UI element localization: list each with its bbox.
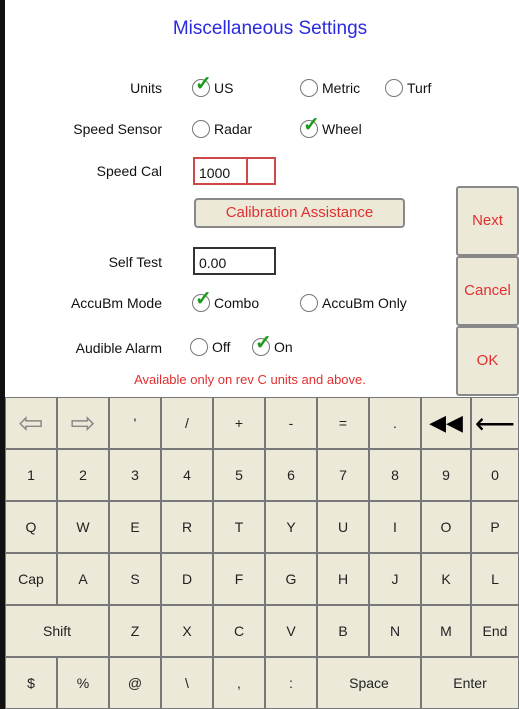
- radio-checked-icon: ✓: [300, 115, 320, 138]
- key-b[interactable]: B: [317, 605, 369, 657]
- key-end[interactable]: End: [471, 605, 519, 657]
- accubm-mode-label: AccuBm Mode: [70, 295, 162, 311]
- key-2[interactable]: 2: [57, 449, 109, 501]
- key-o[interactable]: O: [421, 501, 471, 553]
- units-metric-option[interactable]: Metric: [300, 79, 360, 97]
- key-4[interactable]: 4: [161, 449, 213, 501]
- key-dollar[interactable]: $: [5, 657, 57, 709]
- key-i[interactable]: I: [369, 501, 421, 553]
- key-s[interactable]: S: [109, 553, 161, 605]
- speed-sensor-wheel-option[interactable]: ✓ Wheel: [300, 115, 362, 138]
- key-d[interactable]: D: [161, 553, 213, 605]
- key-h[interactable]: H: [317, 553, 369, 605]
- alarm-off-option[interactable]: Off: [190, 338, 230, 356]
- speed-cal-input[interactable]: 1000: [193, 157, 248, 185]
- alarm-on-option[interactable]: ✓ On: [252, 333, 293, 356]
- key-backslash[interactable]: \: [161, 657, 213, 709]
- self-test-input[interactable]: 0.00: [193, 247, 276, 275]
- key-w[interactable]: W: [57, 501, 109, 553]
- next-button[interactable]: Next: [456, 186, 519, 256]
- radio-checked-icon: ✓: [252, 333, 272, 356]
- key-y[interactable]: Y: [265, 501, 317, 553]
- key-j[interactable]: J: [369, 553, 421, 605]
- key-l[interactable]: L: [471, 553, 519, 605]
- on-screen-keyboard: ⇦ ⇨ ' / + - = . ◀◀ ⟵ 1 2 3 4 5 6 7 8 9 0…: [5, 397, 519, 709]
- key-u[interactable]: U: [317, 501, 369, 553]
- key-n[interactable]: N: [369, 605, 421, 657]
- radio-icon: [300, 294, 318, 312]
- radio-icon: [190, 338, 208, 356]
- key-period[interactable]: .: [369, 397, 421, 449]
- speed-sensor-label: Speed Sensor: [73, 121, 162, 137]
- speed-cal-cursor-box[interactable]: [246, 157, 276, 185]
- key-plus[interactable]: +: [213, 397, 265, 449]
- key-0[interactable]: 0: [471, 449, 519, 501]
- key-1[interactable]: 1: [5, 449, 57, 501]
- key-x[interactable]: X: [161, 605, 213, 657]
- key-a[interactable]: A: [57, 553, 109, 605]
- key-backspace[interactable]: ⟵: [471, 397, 519, 449]
- speed-sensor-radar-option[interactable]: Radar: [192, 120, 252, 138]
- key-enter[interactable]: Enter: [421, 657, 519, 709]
- self-test-label: Self Test: [108, 254, 162, 270]
- key-e[interactable]: E: [109, 501, 161, 553]
- key-m[interactable]: M: [421, 605, 471, 657]
- audible-alarm-label: Audible Alarm: [75, 340, 162, 356]
- key-7[interactable]: 7: [317, 449, 369, 501]
- radio-icon: [192, 120, 210, 138]
- key-right-arrow[interactable]: ⇨: [57, 397, 109, 449]
- key-v[interactable]: V: [265, 605, 317, 657]
- key-9[interactable]: 9: [421, 449, 471, 501]
- key-z[interactable]: Z: [109, 605, 161, 657]
- calibration-assistance-button[interactable]: Calibration Assistance: [194, 198, 405, 228]
- availability-note: Available only on rev C units and above.: [134, 372, 366, 387]
- key-k[interactable]: K: [421, 553, 471, 605]
- speed-cal-label: Speed Cal: [96, 163, 162, 179]
- key-clear-all[interactable]: ◀◀: [421, 397, 471, 449]
- page-title: Miscellaneous Settings: [172, 18, 368, 39]
- key-r[interactable]: R: [161, 501, 213, 553]
- accubm-only-option[interactable]: AccuBm Only: [300, 294, 407, 312]
- key-3[interactable]: 3: [109, 449, 161, 501]
- key-f[interactable]: F: [213, 553, 265, 605]
- key-6[interactable]: 6: [265, 449, 317, 501]
- units-turf-option[interactable]: Turf: [385, 79, 431, 97]
- accubm-combo-option[interactable]: ✓ Combo: [192, 289, 259, 312]
- key-colon[interactable]: :: [265, 657, 317, 709]
- key-at[interactable]: @: [109, 657, 161, 709]
- key-equals[interactable]: =: [317, 397, 369, 449]
- key-q[interactable]: Q: [5, 501, 57, 553]
- key-left-arrow[interactable]: ⇦: [5, 397, 57, 449]
- key-percent[interactable]: %: [57, 657, 109, 709]
- ok-button[interactable]: OK: [456, 326, 519, 396]
- key-g[interactable]: G: [265, 553, 317, 605]
- radio-checked-icon: ✓: [192, 74, 212, 97]
- units-us-option[interactable]: ✓ US: [192, 74, 233, 97]
- radio-icon: [300, 79, 318, 97]
- key-slash[interactable]: /: [161, 397, 213, 449]
- radio-checked-icon: ✓: [192, 289, 212, 312]
- cancel-button[interactable]: Cancel: [456, 256, 519, 326]
- key-5[interactable]: 5: [213, 449, 265, 501]
- radio-icon: [385, 79, 403, 97]
- units-label: Units: [130, 80, 162, 96]
- key-8[interactable]: 8: [369, 449, 421, 501]
- key-c[interactable]: C: [213, 605, 265, 657]
- key-t[interactable]: T: [213, 501, 265, 553]
- key-comma[interactable]: ,: [213, 657, 265, 709]
- key-apostrophe[interactable]: ': [109, 397, 161, 449]
- key-caps-lock[interactable]: Cap: [5, 553, 57, 605]
- misc-settings-screen: Miscellaneous Settings Units ✓ US Metric…: [0, 0, 519, 709]
- key-space[interactable]: Space: [317, 657, 421, 709]
- key-p[interactable]: P: [471, 501, 519, 553]
- key-minus[interactable]: -: [265, 397, 317, 449]
- key-shift[interactable]: Shift: [5, 605, 109, 657]
